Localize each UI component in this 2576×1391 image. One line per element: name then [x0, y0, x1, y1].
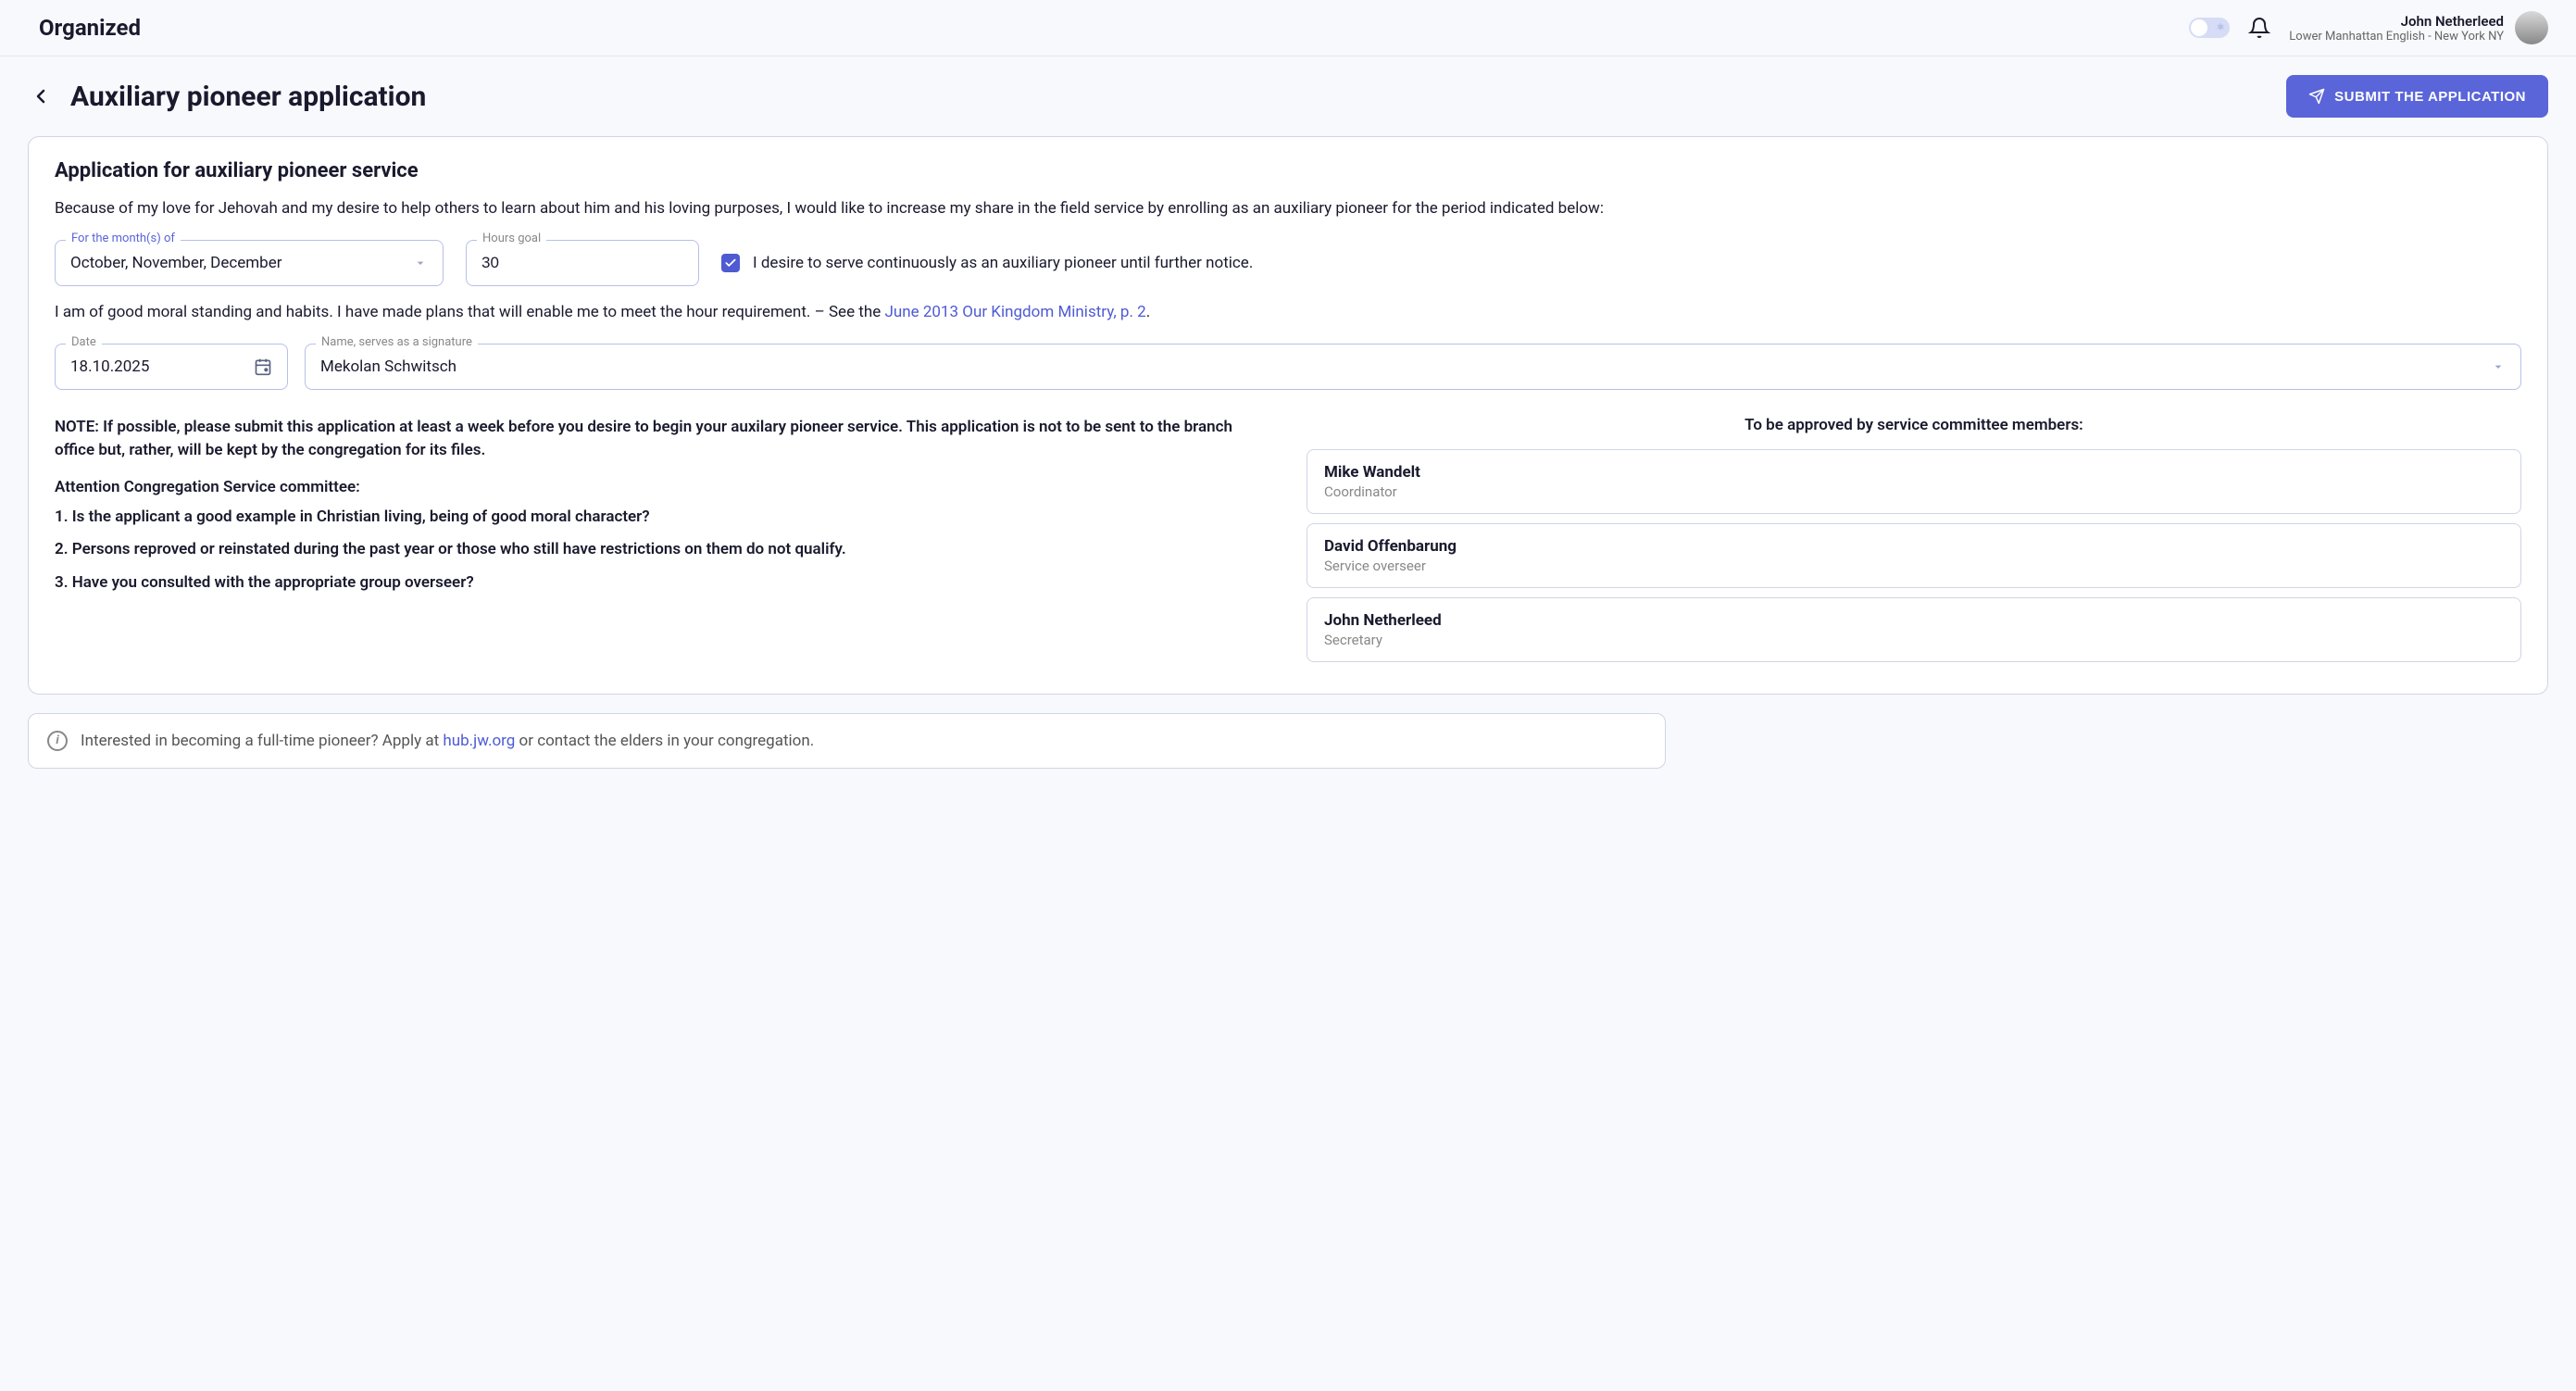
hub-link[interactable]: hub.jw.org: [443, 732, 515, 750]
approver-name: Mike Wandelt: [1324, 463, 2504, 482]
app-header: Organized ✱ John Netherleed Lower Manhat…: [0, 0, 2576, 56]
info-text: Interested in becoming a full-time pione…: [81, 732, 814, 750]
date-input[interactable]: 18.10.2025: [55, 344, 288, 390]
theme-toggle[interactable]: ✱: [2189, 18, 2230, 38]
approver-role: Coordinator: [1324, 483, 2504, 500]
approval-column: To be approved by service committee memb…: [1307, 416, 2521, 671]
application-card: Application for auxiliary pioneer servic…: [28, 136, 2548, 695]
question-3: 3. Have you consulted with the appropria…: [55, 571, 1269, 595]
page-container: Auxiliary pioneer application SUBMIT THE…: [0, 56, 2576, 787]
signature-field-wrap: Name, serves as a signature Mekolan Schw…: [305, 344, 2521, 390]
approver-role: Secretary: [1324, 632, 2504, 648]
note-text: NOTE: If possible, please submit this ap…: [55, 416, 1269, 463]
back-button[interactable]: [28, 83, 54, 109]
approver-card[interactable]: Mike Wandelt Coordinator: [1307, 449, 2521, 514]
continuous-checkbox-row: I desire to serve continuously as an aux…: [721, 254, 1253, 272]
check-icon: [724, 257, 737, 269]
user-text: John Netherleed Lower Manhattan English …: [2289, 13, 2504, 44]
title-row: Auxiliary pioneer application SUBMIT THE…: [28, 75, 2548, 118]
signature-value: Mekolan Schwitsch: [320, 357, 456, 376]
bottom-grid: NOTE: If possible, please submit this ap…: [55, 416, 2521, 671]
user-location: Lower Manhattan English - New York NY: [2289, 30, 2504, 44]
months-label: For the month(s) of: [66, 232, 181, 245]
user-name: John Netherleed: [2401, 13, 2504, 30]
chevron-down-icon: [2491, 359, 2506, 374]
continuous-label: I desire to serve continuously as an aux…: [753, 254, 1253, 272]
intro-text: Because of my love for Jehovah and my de…: [55, 197, 2521, 221]
approver-name: David Offenbarung: [1324, 537, 2504, 556]
hours-field-wrap: Hours goal: [466, 240, 699, 286]
date-field-wrap: Date 18.10.2025: [55, 344, 288, 390]
chevron-down-icon: [413, 256, 428, 270]
approver-name: John Netherleed: [1324, 611, 2504, 630]
submit-label: SUBMIT THE APPLICATION: [2334, 89, 2526, 105]
reference-link[interactable]: June 2013 Our Kingdom Ministry, p. 2: [884, 303, 1145, 321]
signature-select[interactable]: Mekolan Schwitsch: [305, 344, 2521, 390]
submit-button[interactable]: SUBMIT THE APPLICATION: [2286, 75, 2548, 118]
signature-label: Name, serves as a signature: [316, 335, 478, 349]
moon-icon: ✱: [2217, 23, 2224, 33]
date-value: 18.10.2025: [70, 357, 149, 376]
notifications-icon[interactable]: [2248, 17, 2270, 39]
attention-title: Attention Congregation Service committee…: [55, 478, 1269, 496]
brand-name: Organized: [39, 15, 141, 41]
date-label: Date: [66, 335, 102, 349]
form-row-1: For the month(s) of October, November, D…: [55, 240, 2521, 286]
header-right: ✱ John Netherleed Lower Manhattan Englis…: [2189, 11, 2548, 44]
question-1: 1. Is the applicant a good example in Ch…: [55, 506, 1269, 530]
send-icon: [2308, 88, 2325, 105]
info-suffix: or contact the elders in your congregati…: [515, 732, 814, 750]
title-left: Auxiliary pioneer application: [28, 81, 426, 113]
form-row-2: Date 18.10.2025 Name, serves as a signat…: [55, 344, 2521, 390]
months-value: October, November, December: [70, 254, 281, 272]
approval-title: To be approved by service committee memb…: [1307, 416, 2521, 434]
info-card: i Interested in becoming a full-time pio…: [28, 713, 1666, 769]
notes-column: NOTE: If possible, please submit this ap…: [55, 416, 1269, 671]
approver-role: Service overseer: [1324, 558, 2504, 574]
calendar-icon: [254, 357, 272, 376]
approver-card[interactable]: John Netherleed Secretary: [1307, 597, 2521, 662]
info-icon: i: [47, 731, 68, 751]
hours-label: Hours goal: [477, 232, 546, 245]
approver-card[interactable]: David Offenbarung Service overseer: [1307, 523, 2521, 588]
logo-area[interactable]: Organized: [28, 15, 141, 41]
page-title: Auxiliary pioneer application: [70, 81, 426, 113]
info-prefix: Interested in becoming a full-time pione…: [81, 732, 443, 750]
section-title: Application for auxiliary pioneer servic…: [55, 159, 2521, 182]
months-field-wrap: For the month(s) of October, November, D…: [55, 240, 444, 286]
declaration-prefix: I am of good moral standing and habits. …: [55, 303, 884, 321]
question-2: 2. Persons reproved or reinstated during…: [55, 538, 1269, 562]
declaration-text: I am of good moral standing and habits. …: [55, 303, 2521, 321]
avatar: [2515, 11, 2548, 44]
user-menu[interactable]: John Netherleed Lower Manhattan English …: [2289, 11, 2548, 44]
months-select[interactable]: October, November, December: [55, 240, 444, 286]
chevron-left-icon: [30, 85, 52, 107]
hours-input[interactable]: [466, 240, 699, 286]
continuous-checkbox[interactable]: [721, 254, 740, 272]
